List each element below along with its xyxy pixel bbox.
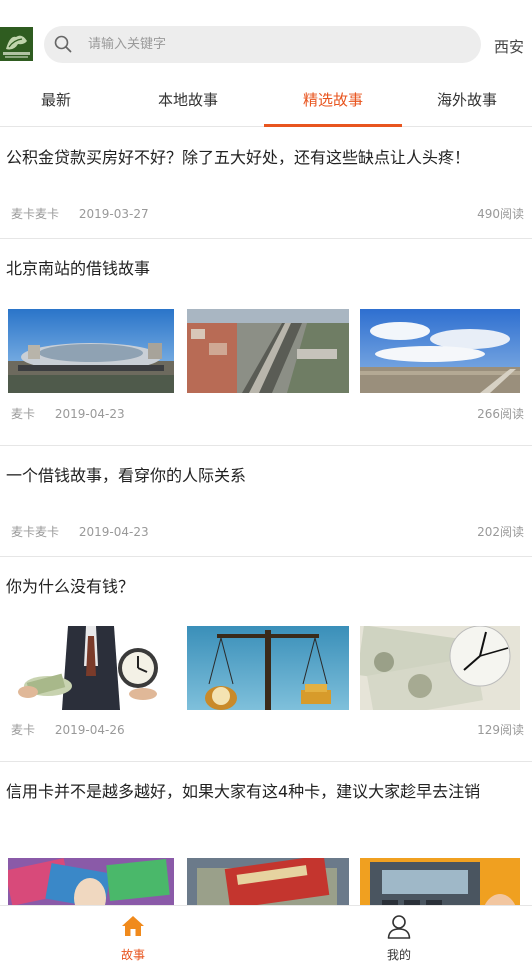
blue-sky-field-photo bbox=[360, 309, 520, 393]
money-and-clock-photo bbox=[8, 626, 174, 710]
article-reads: 266阅读 bbox=[477, 407, 524, 421]
article-date: 2019-04-26 bbox=[54, 723, 125, 737]
article-item[interactable]: 你为什么没有钱？ 麦卡 2019-04-26 129阅读 bbox=[0, 557, 532, 762]
article-item[interactable]: 一个借钱故事，看穿你的人际关系 麦卡麦卡 2019-04-23 202阅读 bbox=[0, 446, 532, 557]
article-meta: 麦卡麦卡 2019-03-27 490阅读 bbox=[11, 205, 524, 222]
article-title: 一个借钱故事，看穿你的人际关系 bbox=[6, 466, 247, 485]
scale-with-clock-and-coins-photo bbox=[187, 626, 349, 710]
article-reads: 129阅读 bbox=[477, 723, 524, 737]
header: 西安 bbox=[0, 0, 532, 76]
search-icon bbox=[54, 35, 72, 53]
article-date: 2019-03-27 bbox=[78, 207, 149, 221]
category-tabs: 最新 本地故事 精选故事 海外故事 bbox=[0, 76, 532, 127]
tab-latest[interactable]: 最新 bbox=[0, 76, 112, 126]
user-icon bbox=[387, 915, 411, 939]
city-selector[interactable]: 西安 bbox=[494, 36, 524, 57]
article-item[interactable]: 北京南站的借钱故事 麦卡 2019-04-23 266阅读 bbox=[0, 239, 532, 446]
app-logo[interactable] bbox=[0, 27, 33, 61]
article-title: 公积金贷款买房好不好？除了五大好处，还有这些缺点让人头疼！ bbox=[6, 148, 471, 167]
article-reads: 202阅读 bbox=[477, 525, 524, 539]
article-date: 2019-04-23 bbox=[54, 407, 125, 421]
cash-and-cards-photo bbox=[187, 858, 349, 905]
nav-stories[interactable]: 故事 bbox=[0, 906, 266, 961]
dollar-bills-and-clock-photo bbox=[360, 626, 520, 710]
home-icon bbox=[122, 916, 144, 936]
tab-overseas-stories[interactable]: 海外故事 bbox=[402, 76, 532, 126]
article-title: 你为什么没有钱？ bbox=[6, 577, 135, 596]
nav-label: 故事 bbox=[120, 948, 145, 961]
article-thumbnails bbox=[8, 858, 520, 905]
railway-station-photo bbox=[8, 309, 174, 393]
article-date: 2019-04-23 bbox=[78, 525, 149, 539]
rail-tracks-photo bbox=[187, 309, 349, 393]
search-bar[interactable] bbox=[44, 26, 481, 63]
article-item[interactable]: 公积金贷款买房好不好？除了五大好处，还有这些缺点让人头疼！ 麦卡麦卡 2019-… bbox=[0, 128, 532, 239]
tab-local-stories[interactable]: 本地故事 bbox=[112, 76, 264, 126]
credit-cards-photo bbox=[8, 858, 174, 905]
article-item[interactable]: 信用卡并不是越多越好，如果大家有这4种卡，建议大家趁早去注销 bbox=[0, 762, 532, 905]
article-thumbnails bbox=[8, 626, 520, 710]
nav-label: 我的 bbox=[386, 948, 411, 961]
article-author: 麦卡 bbox=[11, 723, 36, 737]
article-feed[interactable]: 公积金贷款买房好不好？除了五大好处，还有这些缺点让人头疼！ 麦卡麦卡 2019-… bbox=[0, 128, 532, 905]
article-author: 麦卡麦卡 bbox=[11, 525, 60, 539]
article-meta: 麦卡 2019-04-26 129阅读 bbox=[11, 721, 524, 738]
card-terminal-photo bbox=[360, 858, 520, 905]
article-meta: 麦卡麦卡 2019-04-23 202阅读 bbox=[11, 523, 524, 540]
article-author: 麦卡 bbox=[11, 407, 36, 421]
article-author: 麦卡麦卡 bbox=[11, 207, 60, 221]
search-input[interactable] bbox=[88, 26, 468, 63]
article-meta: 麦卡 2019-04-23 266阅读 bbox=[11, 405, 524, 422]
tab-featured-stories[interactable]: 精选故事 bbox=[264, 76, 402, 127]
bottom-navigation: 故事 我的 bbox=[0, 905, 532, 961]
article-reads: 490阅读 bbox=[477, 207, 524, 221]
article-title: 信用卡并不是越多越好，如果大家有这4种卡，建议大家趁早去注销 bbox=[6, 782, 481, 801]
nav-mine[interactable]: 我的 bbox=[266, 906, 532, 961]
article-title: 北京南站的借钱故事 bbox=[6, 259, 151, 278]
article-thumbnails bbox=[8, 309, 520, 393]
